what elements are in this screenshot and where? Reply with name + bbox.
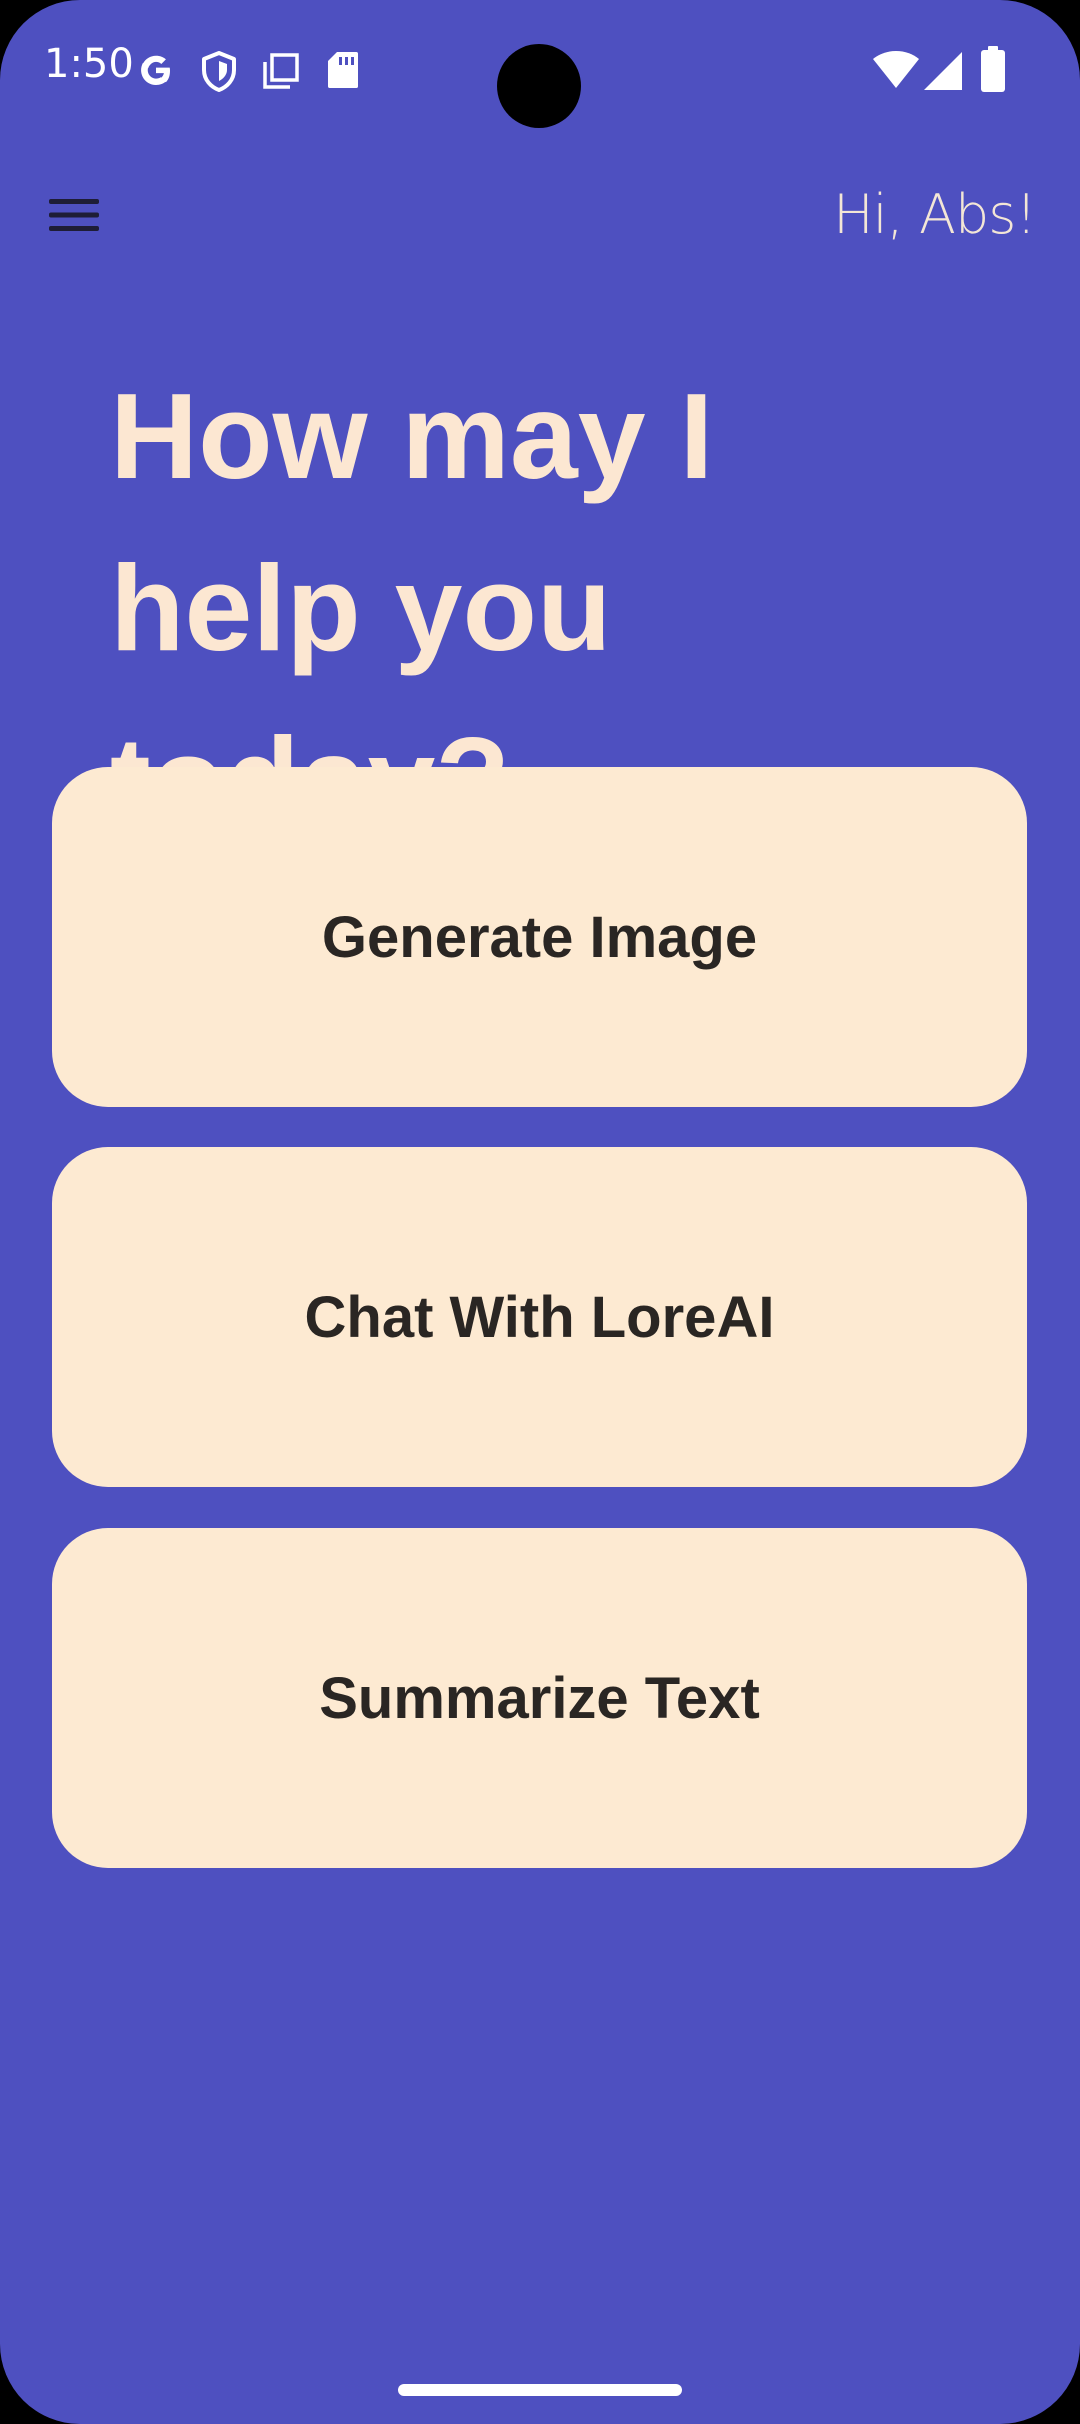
chat-with-loreai-label: Chat With LoreAI	[304, 1284, 775, 1350]
notes-icon	[263, 53, 299, 89]
user-greeting: Hi, Abs!	[833, 183, 1037, 246]
sd-card-icon	[328, 52, 358, 88]
headline-line-1: How may I	[110, 368, 714, 504]
signal-icon	[924, 52, 962, 90]
generate-image-button[interactable]: Generate Image	[52, 767, 1027, 1107]
menu-button[interactable]	[36, 180, 112, 250]
status-time: 1:50	[44, 41, 134, 87]
generate-image-label: Generate Image	[321, 904, 758, 970]
app-screen: 1:50 Hi, Abs! How may I help you Generat…	[0, 0, 1080, 2424]
summarize-text-button[interactable]: Summarize Text	[52, 1528, 1027, 1868]
status-bar: 1:50	[0, 0, 1080, 140]
front-camera	[497, 44, 581, 128]
shield-icon	[202, 51, 236, 92]
wifi-icon	[873, 51, 919, 88]
home-gesture-bar[interactable]	[398, 2384, 682, 2396]
menu-icon	[49, 199, 99, 231]
google-icon	[141, 55, 170, 85]
chat-with-loreai-button[interactable]: Chat With LoreAI	[52, 1147, 1027, 1487]
summarize-text-label: Summarize Text	[319, 1665, 760, 1731]
battery-icon	[981, 46, 1005, 92]
